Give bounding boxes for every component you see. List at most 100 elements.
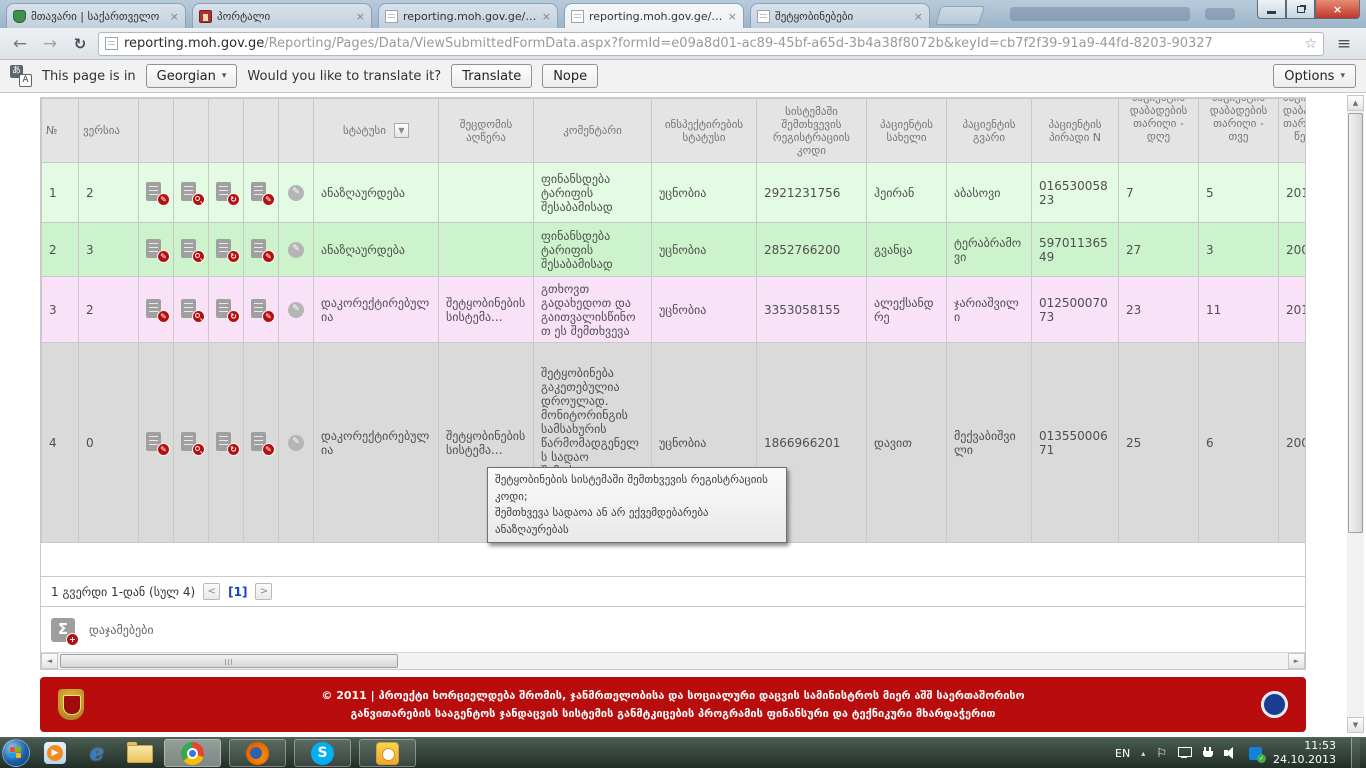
- cell-action[interactable]: ✎: [139, 343, 174, 543]
- tab-close-icon[interactable]: ×: [170, 10, 179, 23]
- close-button[interactable]: ×: [1315, 0, 1360, 19]
- column-header[interactable]: [174, 99, 209, 163]
- footer-line2: განვითარების სააგენტოს ჯანდაცვის სისტემი…: [321, 705, 1024, 723]
- sigma-add-icon[interactable]: Σ +: [51, 618, 75, 642]
- taskbar-chrome[interactable]: [164, 739, 221, 767]
- nope-button[interactable]: Nope: [542, 64, 598, 88]
- prev-page-button[interactable]: <: [203, 583, 220, 600]
- column-header[interactable]: ინსპექტირების სტატუსი: [652, 99, 757, 163]
- tab-close-icon[interactable]: ×: [914, 10, 923, 23]
- history-document-icon: ↻: [216, 432, 238, 454]
- scroll-down-arrow[interactable]: ▼: [1347, 717, 1364, 733]
- tray-expand-icon[interactable]: ▴: [1141, 749, 1145, 758]
- scroll-right-arrow[interactable]: ►: [1288, 653, 1305, 669]
- language-dropdown[interactable]: Georgian ▾: [146, 64, 238, 88]
- next-page-button[interactable]: >: [255, 583, 272, 600]
- cell-last-name: ჯარიაშვილი: [947, 277, 1032, 343]
- restore-button[interactable]: [1286, 0, 1315, 19]
- taskbar-clock[interactable]: 11:53 24.10.2013: [1273, 739, 1336, 768]
- minimize-button[interactable]: [1257, 0, 1286, 19]
- cell-action[interactable]: ✎: [244, 343, 279, 543]
- bookmark-star-icon[interactable]: ☆: [1304, 36, 1317, 52]
- column-header[interactable]: [279, 99, 314, 163]
- vertical-scrollbar[interactable]: ▲ ▼: [1347, 95, 1364, 733]
- browser-tab[interactable]: მთავარი | საქართველო×: [6, 3, 186, 28]
- forward-button[interactable]: →: [38, 34, 62, 54]
- column-header[interactable]: შეცდომის აღწერა: [439, 99, 534, 163]
- column-header[interactable]: პაციენტის პირადი N: [1032, 99, 1119, 163]
- horizontal-scroll-thumb[interactable]: [60, 654, 398, 668]
- reload-button[interactable]: ↻: [68, 35, 92, 53]
- column-header[interactable]: პაციენტის გვარი: [947, 99, 1032, 163]
- vertical-scroll-thumb[interactable]: [1348, 113, 1363, 533]
- dropbox-icon[interactable]: [1249, 747, 1262, 760]
- column-header[interactable]: კომენტარი: [534, 99, 652, 163]
- cell-action[interactable]: ✎: [279, 163, 314, 223]
- action-center-flag-icon[interactable]: ⚐: [1156, 746, 1167, 760]
- cell-action[interactable]: ✎: [244, 163, 279, 223]
- show-desktop-button[interactable]: [1351, 738, 1360, 768]
- usaid-logo-icon: [1261, 691, 1288, 718]
- power-plug-icon[interactable]: [1203, 747, 1213, 759]
- taskbar-outlook[interactable]: [359, 739, 416, 767]
- translate-button[interactable]: Translate: [451, 64, 532, 88]
- scroll-left-arrow[interactable]: ◄: [41, 653, 58, 669]
- language-indicator[interactable]: EN: [1115, 747, 1130, 760]
- column-header[interactable]: სტატუსი▼: [314, 99, 439, 163]
- cell-action[interactable]: ✎: [279, 223, 314, 277]
- scroll-up-arrow[interactable]: ▲: [1347, 95, 1364, 111]
- cell-action[interactable]: ✎: [279, 277, 314, 343]
- taskbar-media-player[interactable]: [38, 739, 72, 768]
- taskbar-file-explorer[interactable]: [122, 739, 156, 768]
- status-filter-button[interactable]: ▼: [394, 123, 409, 138]
- cell-action[interactable]: ✎: [244, 223, 279, 277]
- speaker-icon[interactable]: [1224, 747, 1238, 759]
- cell-action[interactable]: ✎: [244, 277, 279, 343]
- cell-action[interactable]: [174, 343, 209, 543]
- tab-close-icon[interactable]: ×: [542, 10, 551, 23]
- taskbar-skype[interactable]: S: [294, 739, 351, 767]
- network-icon[interactable]: [1178, 747, 1192, 759]
- column-header[interactable]: პაციენტის სახელი: [867, 99, 947, 163]
- tab-close-icon[interactable]: ×: [728, 10, 737, 23]
- horizontal-scrollbar[interactable]: ◄ ►: [41, 652, 1305, 669]
- cell-action[interactable]: [174, 223, 209, 277]
- taskbar-firefox[interactable]: [229, 739, 286, 767]
- browser-menu-button[interactable]: ≡: [1330, 34, 1358, 54]
- current-page-indicator[interactable]: [1]: [228, 585, 247, 599]
- cell-action[interactable]: ✎: [139, 163, 174, 223]
- cell-action[interactable]: ↻: [209, 343, 244, 543]
- cell-action[interactable]: ↻: [209, 163, 244, 223]
- cell-birth-month: 5: [1199, 163, 1279, 223]
- cell-action[interactable]: [174, 277, 209, 343]
- cell-action[interactable]: ✎: [279, 343, 314, 543]
- data-grid-panel: №ვერსია სტატუსი▼შეცდომის აღწერაკომენტარიი…: [40, 97, 1306, 670]
- search-badge-icon: [192, 443, 205, 456]
- start-button[interactable]: [2, 739, 30, 767]
- options-dropdown[interactable]: Options ▾: [1273, 64, 1356, 88]
- cell-action[interactable]: ✎: [139, 277, 174, 343]
- taskbar-internet-explorer[interactable]: e: [80, 739, 114, 768]
- tab-close-icon[interactable]: ×: [356, 10, 365, 23]
- column-header[interactable]: სისტემაში შემთხვევის რეგისტრაციის კოდი: [757, 99, 867, 163]
- browser-tab[interactable]: შეტყობინებები×: [750, 3, 930, 28]
- cell-action[interactable]: ↻: [209, 277, 244, 343]
- column-header[interactable]: [244, 99, 279, 163]
- column-header[interactable]: ვერსია: [79, 99, 139, 163]
- back-button[interactable]: ←: [8, 34, 32, 54]
- address-bar[interactable]: reporting.moh.gov.ge/Reporting/Pages/Dat…: [98, 32, 1324, 56]
- cell-action[interactable]: ↻: [209, 223, 244, 277]
- browser-tab[interactable]: reporting.moh.gov.ge/Rep×: [378, 3, 558, 28]
- skype-icon: S: [311, 742, 334, 765]
- column-header[interactable]: №: [42, 99, 79, 163]
- new-tab-button[interactable]: [935, 6, 985, 25]
- column-header[interactable]: [139, 99, 174, 163]
- column-header[interactable]: პაციენტის დაბადების თარიღი - წელი: [1279, 99, 1307, 163]
- browser-tab[interactable]: reporting.moh.gov.ge/Rep×: [564, 3, 744, 28]
- cell-action[interactable]: ✎: [139, 223, 174, 277]
- browser-tab[interactable]: პორტალი×: [192, 3, 372, 28]
- column-header[interactable]: პაციენტის დაბადების თარიღი - დღე: [1119, 99, 1199, 163]
- cell-action[interactable]: [174, 163, 209, 223]
- column-header[interactable]: პაციენტის დაბადების თარიღი - თვე: [1199, 99, 1279, 163]
- column-header[interactable]: [209, 99, 244, 163]
